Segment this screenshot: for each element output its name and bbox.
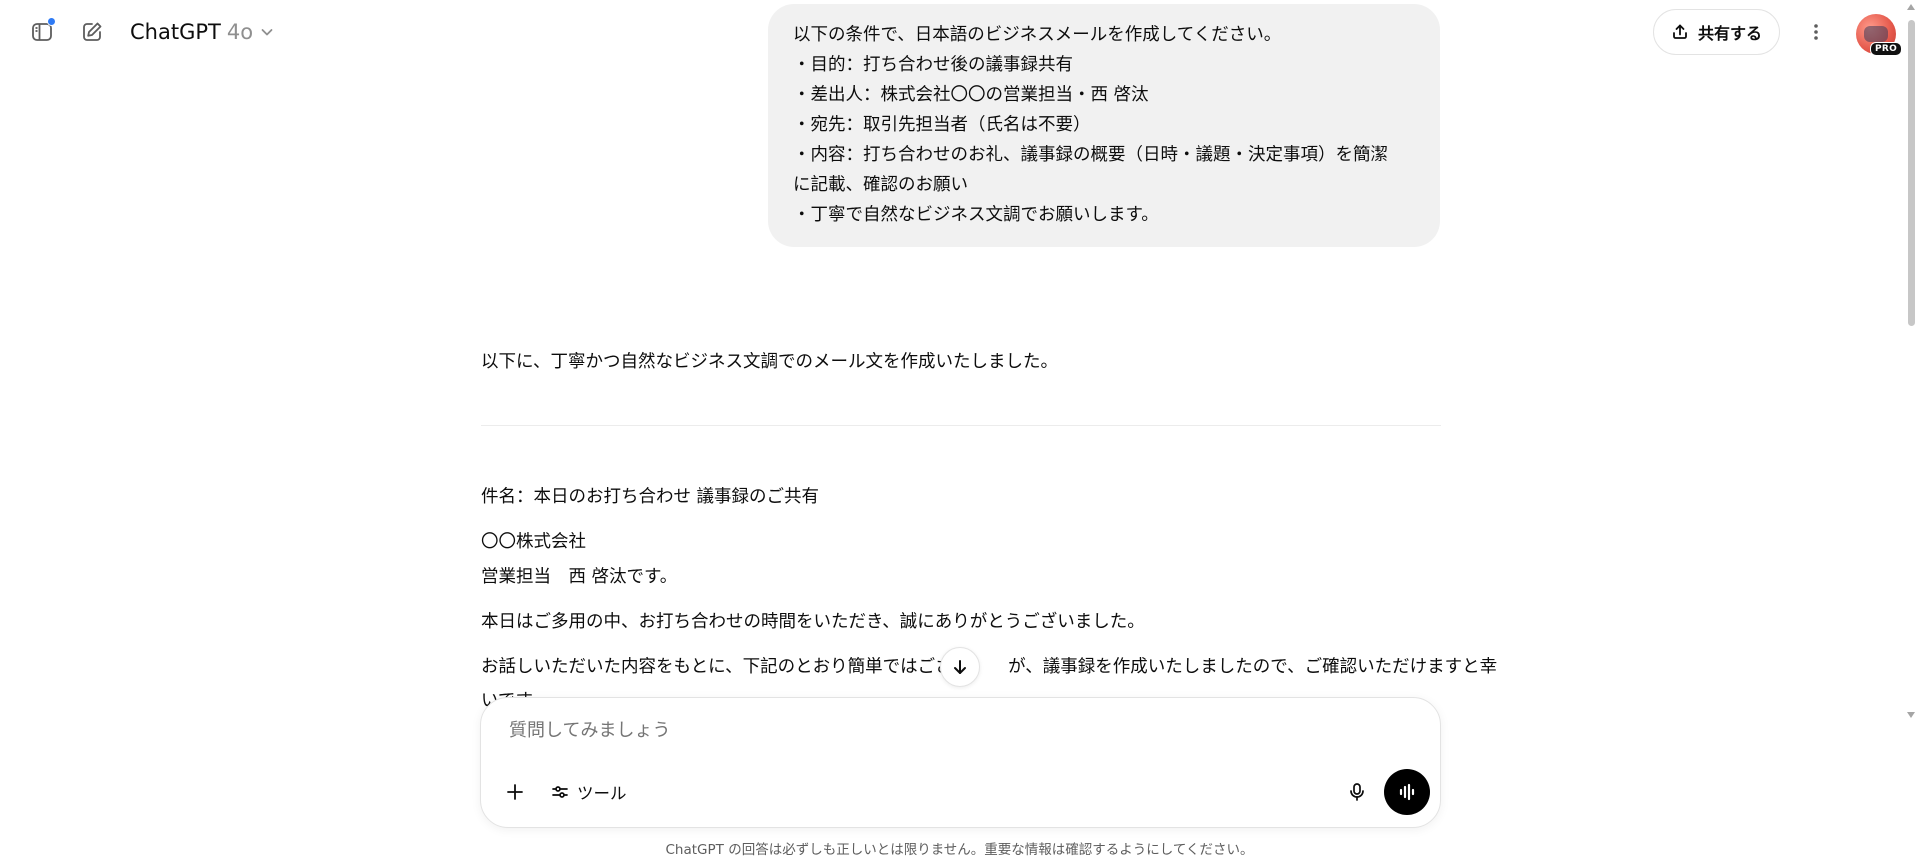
email-body-part: お話しいただいた内容をもとに、下記のとおり簡単ではござい	[481, 657, 971, 677]
arrow-down-icon	[954, 660, 966, 674]
chevron-down-icon	[261, 29, 273, 36]
voice-mode-button[interactable]	[1384, 769, 1430, 815]
email-sender: 営業担当 西 啓汰です。	[481, 567, 678, 587]
pro-badge: PRO	[1870, 42, 1903, 56]
microphone-icon	[1350, 783, 1364, 801]
share-button[interactable]: 共有する	[1653, 9, 1780, 55]
voice-waveform-icon	[1399, 783, 1415, 801]
tools-sliders-icon	[552, 786, 568, 798]
scroll-to-bottom-button[interactable]	[940, 647, 980, 687]
more-options-button[interactable]	[1798, 14, 1834, 50]
share-label: 共有する	[1697, 24, 1762, 43]
model-selector[interactable]: ChatGPT 4o	[130, 20, 275, 44]
header-left: ChatGPT 4o	[24, 14, 275, 50]
prompt-input[interactable]	[509, 720, 1329, 741]
email-body-line: お話しいただいた内容をもとに、下記のとおり簡単ではござい が、議事録を作成いたしま…	[481, 653, 1497, 678]
model-name: ChatGPT	[130, 20, 221, 44]
email-subject: 件名：本日のお打ち合わせ 議事録のご共有	[481, 487, 820, 507]
assistant-message: 以下に、丁寧かつ自然なビジネス文調でのメール文を作成いたしました。 件名：本日の…	[481, 0, 1497, 711]
avatar-image	[1864, 26, 1888, 42]
tools-label: ツール	[577, 784, 627, 803]
email-thanks: 本日はご多用の中、お打ち合わせの時間をいただき、誠にありがとうございました。	[481, 612, 1145, 632]
new-chat-icon	[83, 22, 102, 41]
sidebar-toggle-button[interactable]	[24, 14, 60, 50]
page-scrollbar[interactable]	[1903, 0, 1919, 730]
disclaimer-text: ChatGPT の回答は必ずしも正しいとは限りません。重要な情報は確認するように…	[665, 842, 1254, 858]
assistant-intro: 以下に、丁寧かつ自然なビジネス文調でのメール文を作成いたしました。	[481, 352, 1058, 372]
plus-icon	[507, 784, 523, 800]
scrollbar-thumb[interactable]	[1908, 20, 1915, 326]
chatgpt-app: ChatGPT 4o 共有する PRO 以下の条件で、日本語のビジネスメールを作…	[0, 0, 1919, 865]
email-company: 〇〇株式会社	[481, 532, 586, 552]
dictate-button[interactable]	[1339, 774, 1375, 810]
notification-dot	[47, 17, 56, 26]
attach-button[interactable]	[497, 774, 533, 810]
scroll-down-arrow[interactable]	[1907, 712, 1915, 718]
more-vertical-icon	[1814, 24, 1818, 40]
email-body-part: が、議事録を作成いたしましたので、ご確認いただけますと幸	[1008, 657, 1498, 677]
model-version: 4o	[226, 20, 254, 44]
share-upload-icon	[1673, 24, 1687, 39]
composer: ツール	[480, 697, 1441, 828]
scroll-up-arrow[interactable]	[1907, 4, 1915, 10]
tools-button[interactable]: ツール	[545, 774, 633, 810]
divider	[481, 425, 1441, 426]
new-chat-button[interactable]	[74, 14, 110, 50]
user-avatar[interactable]: PRO	[1856, 14, 1903, 56]
